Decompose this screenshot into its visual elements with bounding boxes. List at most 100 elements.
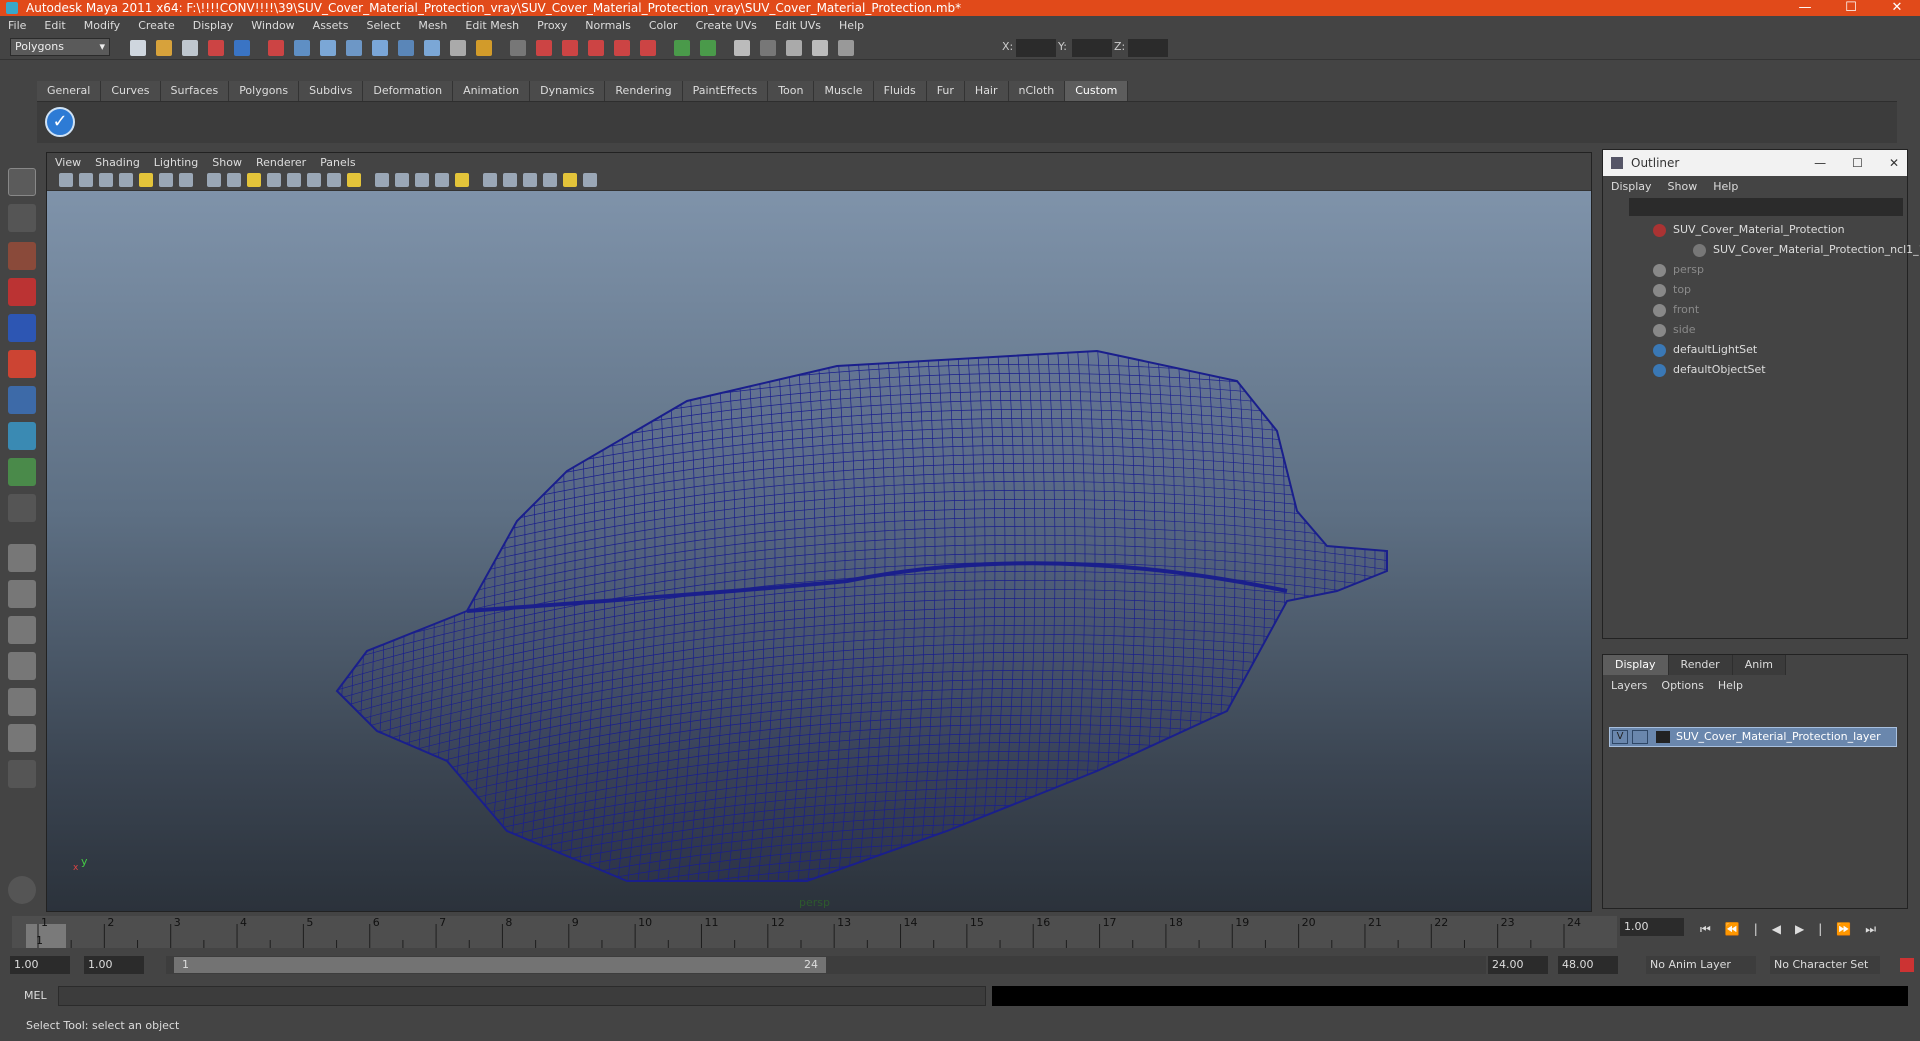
end-time-field[interactable]: 48.00 — [1558, 956, 1618, 974]
outliner-item[interactable]: front — [1603, 300, 1907, 320]
viewport-toolbar-icon[interactable] — [227, 173, 241, 187]
toolbar-icon[interactable] — [450, 40, 466, 56]
shelf-tab-rendering[interactable]: Rendering — [605, 81, 683, 101]
viewport-canvas[interactable]: y x persp — [47, 191, 1591, 911]
menu-proxy[interactable]: Proxy — [537, 19, 567, 32]
layer-color-icon[interactable] — [1656, 731, 1670, 743]
menu-normals[interactable]: Normals — [585, 19, 631, 32]
viewport-toolbar-icon[interactable] — [347, 173, 361, 187]
viewport-menu-view[interactable]: View — [55, 156, 81, 169]
shelf-tab-custom[interactable]: Custom — [1065, 81, 1129, 101]
menu-create-uvs[interactable]: Create UVs — [696, 19, 757, 32]
layer-visibility-toggle[interactable]: V — [1612, 730, 1628, 744]
command-input[interactable] — [58, 986, 986, 1006]
viewport-toolbar-icon[interactable] — [207, 173, 221, 187]
menu-mesh[interactable]: Mesh — [418, 19, 447, 32]
menu-help[interactable]: Help — [839, 19, 864, 32]
menu-display[interactable]: Display — [193, 19, 234, 32]
playback-buttons[interactable]: ⏮⏪|◀▶|⏩⏭ — [1700, 922, 1890, 937]
command-language-label[interactable]: MEL — [24, 989, 47, 1002]
graph-layout-icon[interactable] — [8, 652, 36, 680]
layer-menu-options[interactable]: Options — [1661, 679, 1703, 692]
shelf-tab-curves[interactable]: Curves — [101, 81, 161, 101]
viewport-toolbar-icon[interactable] — [267, 173, 281, 187]
shelf-tab-fluids[interactable]: Fluids — [873, 81, 927, 101]
outliner-menu-display[interactable]: Display — [1611, 180, 1652, 193]
playback-start-field[interactable]: 1.00 — [84, 956, 144, 974]
shelf-tab-ncloth[interactable]: nCloth — [1008, 81, 1066, 101]
outliner-close-button[interactable]: ✕ — [1889, 156, 1899, 170]
viewport-toolbar-icon[interactable] — [59, 173, 73, 187]
viewport-menu-lighting[interactable]: Lighting — [154, 156, 198, 169]
paint-tool-icon[interactable] — [8, 242, 36, 270]
menu-color[interactable]: Color — [649, 19, 678, 32]
shelf-tab-deformation[interactable]: Deformation — [363, 81, 454, 101]
single-pane-layout-icon[interactable] — [8, 544, 36, 572]
shelf-tab-fur[interactable]: Fur — [926, 81, 965, 101]
x-input[interactable] — [1016, 39, 1056, 57]
outliner-item[interactable]: defaultObjectSet — [1603, 360, 1907, 380]
menu-select[interactable]: Select — [366, 19, 400, 32]
move-tool-icon[interactable] — [8, 278, 36, 306]
menu-set-selector[interactable]: Polygons — [10, 38, 110, 56]
shelf-tab-muscle[interactable]: Muscle — [814, 81, 874, 101]
outliner-item[interactable]: side — [1603, 320, 1907, 340]
toolbar-icon[interactable] — [588, 40, 604, 56]
toolbar-icon[interactable] — [614, 40, 630, 56]
viewport-toolbar-icon[interactable] — [139, 173, 153, 187]
shelf-tab-animation[interactable]: Animation — [453, 81, 531, 101]
layer-tab-display[interactable]: Display — [1603, 655, 1669, 675]
range-slider[interactable]: 1 24 — [166, 956, 1486, 974]
menu-create[interactable]: Create — [138, 19, 175, 32]
toolbar-icon[interactable] — [372, 40, 388, 56]
outliner-minimize-button[interactable]: — — [1814, 156, 1826, 170]
viewport-toolbar-icon[interactable] — [247, 173, 261, 187]
outliner-item[interactable]: defaultLightSet — [1603, 340, 1907, 360]
toolbar-icon[interactable] — [812, 40, 828, 56]
viewport-toolbar-icon[interactable] — [287, 173, 301, 187]
hypershade-layout-icon[interactable] — [8, 688, 36, 716]
toolbar-icon[interactable] — [786, 40, 802, 56]
viewport-toolbar-icon[interactable] — [523, 173, 537, 187]
toolbar-icon[interactable] — [294, 40, 310, 56]
viewport-toolbar-icon[interactable] — [327, 173, 341, 187]
layer-tab-anim[interactable]: Anim — [1732, 655, 1786, 675]
shelf-tab-general[interactable]: General — [37, 81, 102, 101]
maximize-button[interactable]: ☐ — [1828, 0, 1874, 16]
toolbar-icon[interactable] — [536, 40, 552, 56]
toolbar-icon[interactable] — [734, 40, 750, 56]
viewport-toolbar-icon[interactable] — [119, 173, 133, 187]
toolbar-icon[interactable] — [234, 40, 250, 56]
viewport-toolbar-icon[interactable] — [395, 173, 409, 187]
viewport-toolbar-icon[interactable] — [375, 173, 389, 187]
soft-mod-tool-icon[interactable] — [8, 422, 36, 450]
toolbar-icon[interactable] — [510, 40, 526, 56]
playback-end-field[interactable]: 24.00 — [1488, 956, 1548, 974]
layer-menu-layers[interactable]: Layers — [1611, 679, 1647, 692]
viewport-menu-panels[interactable]: Panels — [320, 156, 355, 169]
auto-key-icon[interactable] — [1900, 958, 1914, 972]
menu-assets[interactable]: Assets — [313, 19, 349, 32]
shelf-tab-painteffects[interactable]: PaintEffects — [682, 81, 769, 101]
viewport-menu-renderer[interactable]: Renderer — [256, 156, 306, 169]
close-button[interactable]: ✕ — [1874, 0, 1920, 16]
scale-tool-icon[interactable] — [8, 350, 36, 378]
toolbar-icon[interactable] — [130, 40, 146, 56]
shelf-tab-toon[interactable]: Toon — [768, 81, 815, 101]
menu-edit-mesh[interactable]: Edit Mesh — [465, 19, 519, 32]
shelf-tab-hair[interactable]: Hair — [964, 81, 1009, 101]
menu-window[interactable]: Window — [251, 19, 294, 32]
four-pane-layout-icon[interactable] — [8, 580, 36, 608]
y-input[interactable] — [1072, 39, 1112, 57]
viewport-toolbar-icon[interactable] — [79, 173, 93, 187]
outliner-item[interactable]: top — [1603, 280, 1907, 300]
show-manipulator-icon[interactable] — [8, 458, 36, 486]
outliner-item[interactable]: persp — [1603, 260, 1907, 280]
viewport-toolbar-icon[interactable] — [99, 173, 113, 187]
menu-modify[interactable]: Modify — [84, 19, 120, 32]
toolbar-icon[interactable] — [398, 40, 414, 56]
shelf-tab-subdivs[interactable]: Subdivs — [299, 81, 364, 101]
current-frame-field[interactable]: 1.00 — [1620, 918, 1684, 936]
toolbar-icon[interactable] — [700, 40, 716, 56]
lasso-tool-icon[interactable] — [8, 204, 36, 232]
